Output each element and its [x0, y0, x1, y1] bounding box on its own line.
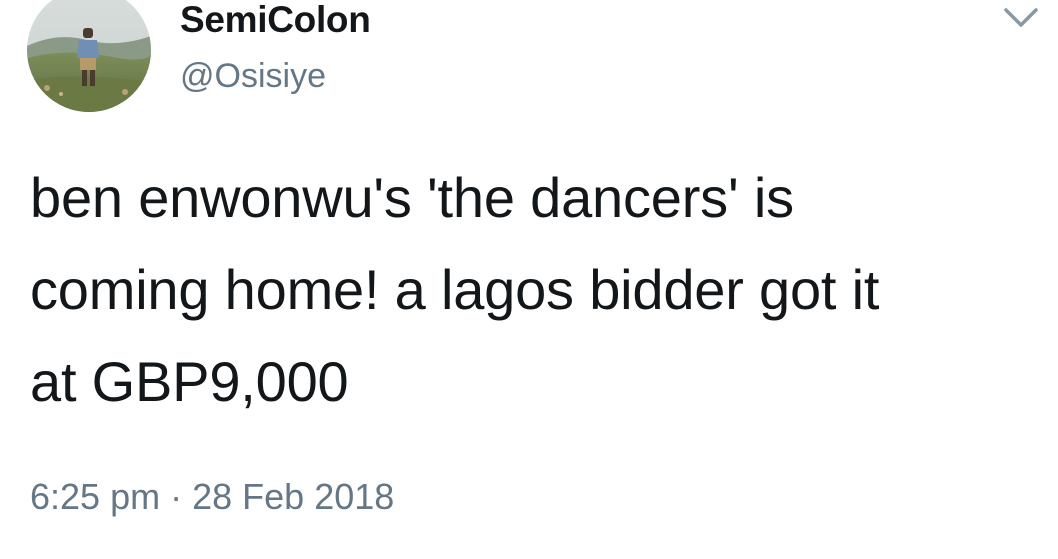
author-name[interactable]: SemiColon — [180, 0, 371, 40]
author-handle[interactable]: @Osisiye — [180, 56, 326, 96]
tweet-time: 6:25 pm — [30, 476, 161, 517]
tweet-text-line: at GBP9,000 — [30, 350, 349, 413]
tweet-card: SemiColon @Osisiye ben enwonwu's 'the da… — [0, 0, 1058, 559]
chevron-down-icon[interactable] — [1003, 6, 1039, 30]
tweet-text: ben enwonwu's 'the dancers' is coming ho… — [30, 152, 1030, 428]
tweet-date: 28 Feb 2018 — [192, 476, 395, 517]
timestamp[interactable]: 6:25 pm · 28 Feb 2018 — [30, 475, 394, 519]
tweet-text-line: coming home! a lagos bidder got it — [30, 258, 880, 321]
timestamp-separator: · — [170, 476, 183, 517]
avatar[interactable] — [27, 0, 151, 112]
avatar-photo — [27, 0, 151, 112]
tweet-text-line: ben enwonwu's 'the dancers' is — [30, 166, 794, 229]
